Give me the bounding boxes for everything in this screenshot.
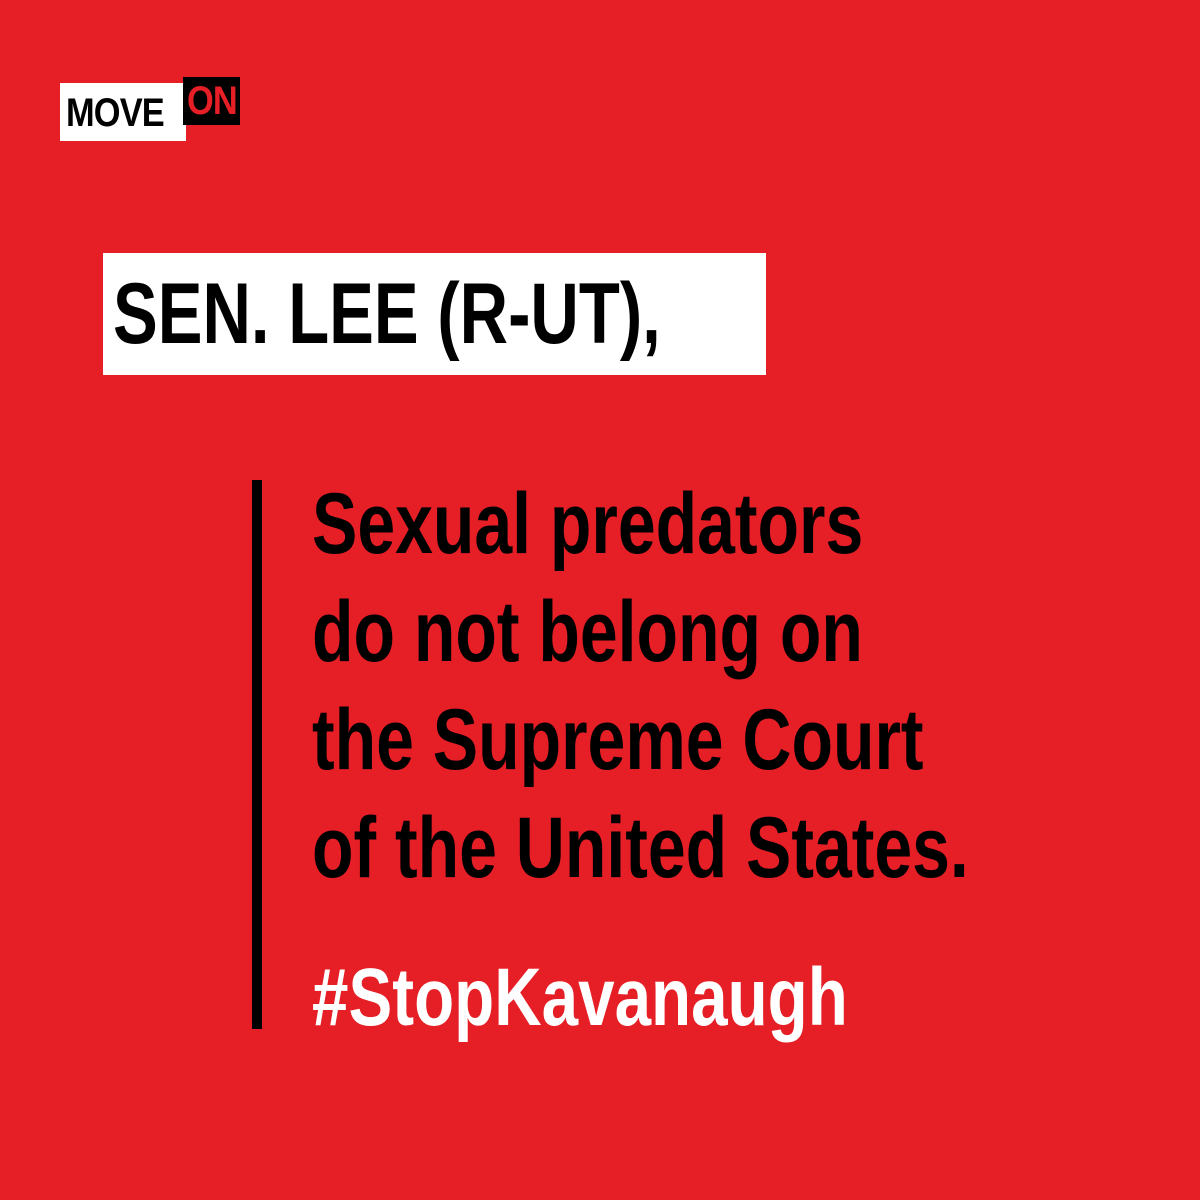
moveon-logo: MOVE ON <box>60 77 240 141</box>
logo-on-block: ON <box>183 77 240 125</box>
logo-move-text: MOVE <box>66 91 165 135</box>
quote-line: Sexual predators <box>312 476 864 572</box>
addressee-label: SEN. LEE (R-UT), <box>103 253 766 375</box>
quote-text: Sexual predators do not belong on the Su… <box>312 470 991 902</box>
quote-bar <box>252 480 262 1029</box>
logo-move-block: MOVE <box>60 83 186 141</box>
hashtag[interactable]: #StopKavanaugh <box>312 950 848 1046</box>
logo-on-text: ON <box>187 79 238 123</box>
quote-line: of the United States. <box>312 800 969 896</box>
quote-line: do not belong on <box>312 584 863 680</box>
quote-line: the Supreme Court <box>312 692 924 788</box>
graphic-canvas: MOVE ON SEN. LEE (R-UT), Sexual predator… <box>0 0 1200 1200</box>
addressee-text: SEN. LEE (R-UT), <box>113 266 661 362</box>
